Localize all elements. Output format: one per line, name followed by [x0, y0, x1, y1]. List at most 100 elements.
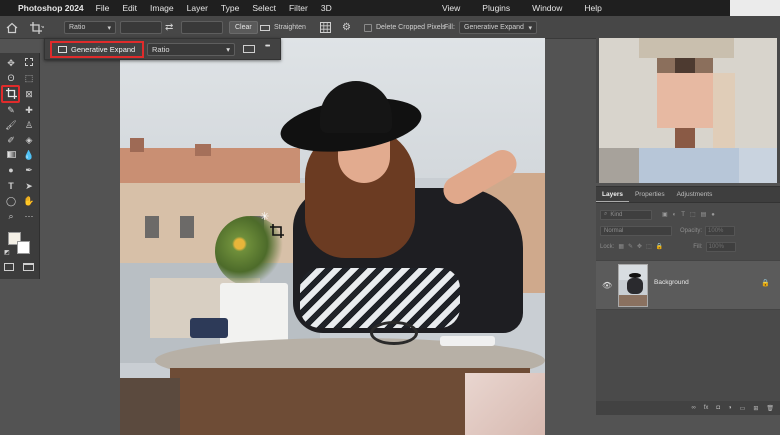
adjustment-layer-icon[interactable]: ◑: [728, 405, 732, 411]
new-layer-icon[interactable]: ⊞: [753, 405, 758, 412]
layer-row-background[interactable]: 👁 Background 🔒: [596, 260, 780, 310]
menu-file[interactable]: File: [96, 3, 110, 13]
lock-icons[interactable]: ▦✎✥⬚🔒: [618, 243, 667, 250]
clear-button[interactable]: Clear: [229, 21, 258, 34]
more-tools-icon[interactable]: ⋯: [22, 210, 36, 223]
stamp-tool-icon[interactable]: ♙: [22, 119, 36, 132]
marquee-tool-icon[interactable]: [22, 57, 36, 70]
history-brush-icon[interactable]: ✐: [4, 134, 18, 147]
grid-overlay-icon[interactable]: [320, 20, 331, 35]
blend-mode-select[interactable]: Normal: [600, 225, 672, 236]
thumb-block: [713, 73, 735, 148]
thumb-face: [657, 73, 713, 128]
document-canvas[interactable]: ✳: [120, 38, 545, 435]
menu-window[interactable]: Window: [532, 3, 562, 13]
thumb-block: [675, 128, 695, 148]
eraser-tool-icon[interactable]: ◈: [22, 134, 36, 147]
type-tool-icon[interactable]: T: [4, 180, 18, 193]
layer-name[interactable]: Background: [654, 279, 689, 286]
tab-properties[interactable]: Properties: [629, 188, 671, 202]
quick-mask-icon[interactable]: [4, 263, 14, 271]
straighten-icon[interactable]: [243, 45, 255, 53]
background-color-swatch[interactable]: [17, 241, 30, 254]
layer-filter-label: Kind: [610, 211, 623, 218]
ratio-width-field[interactable]: [120, 21, 162, 34]
gear-icon[interactable]: ⚙: [342, 20, 351, 35]
tab-layers[interactable]: Layers: [596, 188, 629, 202]
more-options-button[interactable]: •••: [265, 43, 270, 50]
crop-tool-button[interactable]: [4, 88, 18, 101]
screen-mode-icon[interactable]: [23, 263, 34, 271]
layer-thumbnail: [618, 264, 648, 307]
menu-help[interactable]: Help: [584, 3, 601, 13]
zoom-tool-icon[interactable]: ⌕: [4, 210, 18, 223]
add-mask-icon[interactable]: ◘: [716, 405, 720, 411]
object-select-icon[interactable]: ⬚: [22, 72, 36, 85]
options-bar: Ratio ▾ ⇄ Clear Straighten ⚙ Delete Crop…: [0, 16, 780, 39]
chevron-down-icon: ▾: [107, 24, 111, 32]
navigator-thumbnail[interactable]: [599, 38, 777, 183]
fill-field[interactable]: 100%: [705, 241, 736, 252]
fx-icon[interactable]: fx: [704, 405, 709, 411]
ellipse-tool-icon[interactable]: ◯: [4, 195, 18, 208]
gradient-tool-icon[interactable]: [4, 149, 18, 162]
link-layers-icon[interactable]: ∞: [691, 405, 695, 411]
lock-icon[interactable]: 🔒: [761, 279, 770, 287]
layer-filter-select[interactable]: ⌕ Kind: [600, 209, 652, 220]
cursor-sparkle-icon: ✳: [260, 211, 270, 223]
lock-label: Lock:: [600, 243, 615, 250]
thumb-block: [739, 148, 777, 183]
new-group-icon[interactable]: ▭: [740, 405, 746, 412]
menu-select[interactable]: Select: [252, 3, 276, 13]
menu-edit[interactable]: Edit: [122, 3, 137, 13]
straighten-button[interactable]: Straighten: [260, 20, 306, 35]
menu-layer[interactable]: Layer: [187, 3, 208, 13]
path-select-icon[interactable]: ➤: [22, 180, 36, 193]
menu-3d[interactable]: 3D: [321, 3, 332, 13]
fill-select-label: Generative Expand: [464, 24, 524, 31]
layer-filter-icons[interactable]: ▣◐T⬚▤●: [662, 211, 720, 218]
ratio-height-field[interactable]: [181, 21, 223, 34]
reset-colors-icon[interactable]: ◩: [4, 249, 10, 256]
photo-sunglasses: [370, 321, 418, 345]
gen-ratio-select[interactable]: Ratio ▾: [147, 43, 235, 56]
menu-type[interactable]: Type: [221, 3, 239, 13]
tab-adjustments[interactable]: Adjustments: [671, 188, 719, 202]
fill-select[interactable]: Generative Expand ▾: [459, 21, 537, 34]
lasso-tool-icon[interactable]: ʘ: [4, 72, 18, 85]
layer-thumb-person: [627, 278, 643, 294]
crop-tool-icon[interactable]: [30, 20, 44, 35]
opacity-label: Opacity:: [680, 227, 703, 234]
photo-window: [180, 216, 194, 238]
frame-tool-icon[interactable]: ⊠: [22, 88, 36, 101]
photo-chimney: [195, 144, 211, 156]
hand-tool-icon[interactable]: ✋: [22, 195, 36, 208]
crop-cursor-icon: [270, 224, 284, 243]
menubar-corner: [730, 0, 780, 16]
eyedropper-tool-icon[interactable]: ✎: [4, 104, 18, 117]
fill-label: Fill:: [693, 243, 703, 250]
generative-expand-button[interactable]: Generative Expand: [50, 41, 144, 58]
trash-icon[interactable]: 🗑: [766, 405, 774, 412]
home-icon[interactable]: [6, 20, 18, 35]
menu-bar: Photoshop 2024 File Edit Image Layer Typ…: [0, 0, 780, 16]
delete-cropped-checkbox[interactable]: Delete Cropped Pixels: [364, 20, 446, 35]
menu-filter[interactable]: Filter: [289, 3, 308, 13]
blur-tool-icon[interactable]: 💧: [22, 149, 36, 162]
brush-tool-icon[interactable]: 🖌: [4, 119, 18, 132]
ratio-select-label: Ratio: [69, 24, 86, 31]
menu-plugins[interactable]: Plugins: [482, 3, 510, 13]
move-tool-icon[interactable]: ✥: [4, 57, 18, 70]
dodge-tool-icon[interactable]: ●: [4, 164, 18, 177]
swap-icon[interactable]: ⇄: [165, 20, 173, 35]
ratio-select[interactable]: Ratio ▾: [64, 21, 116, 34]
menu-image[interactable]: Image: [150, 3, 174, 13]
photo-chimney: [130, 138, 144, 152]
healing-tool-icon[interactable]: ✚: [22, 104, 36, 117]
visibility-eye-icon[interactable]: 👁: [602, 281, 612, 290]
menu-view[interactable]: View: [442, 3, 460, 13]
app-menu[interactable]: Photoshop 2024: [18, 3, 84, 13]
pen-tool-icon[interactable]: ✒: [22, 164, 36, 177]
opacity-field[interactable]: 100%: [705, 225, 736, 236]
thumb-block: [675, 58, 695, 73]
